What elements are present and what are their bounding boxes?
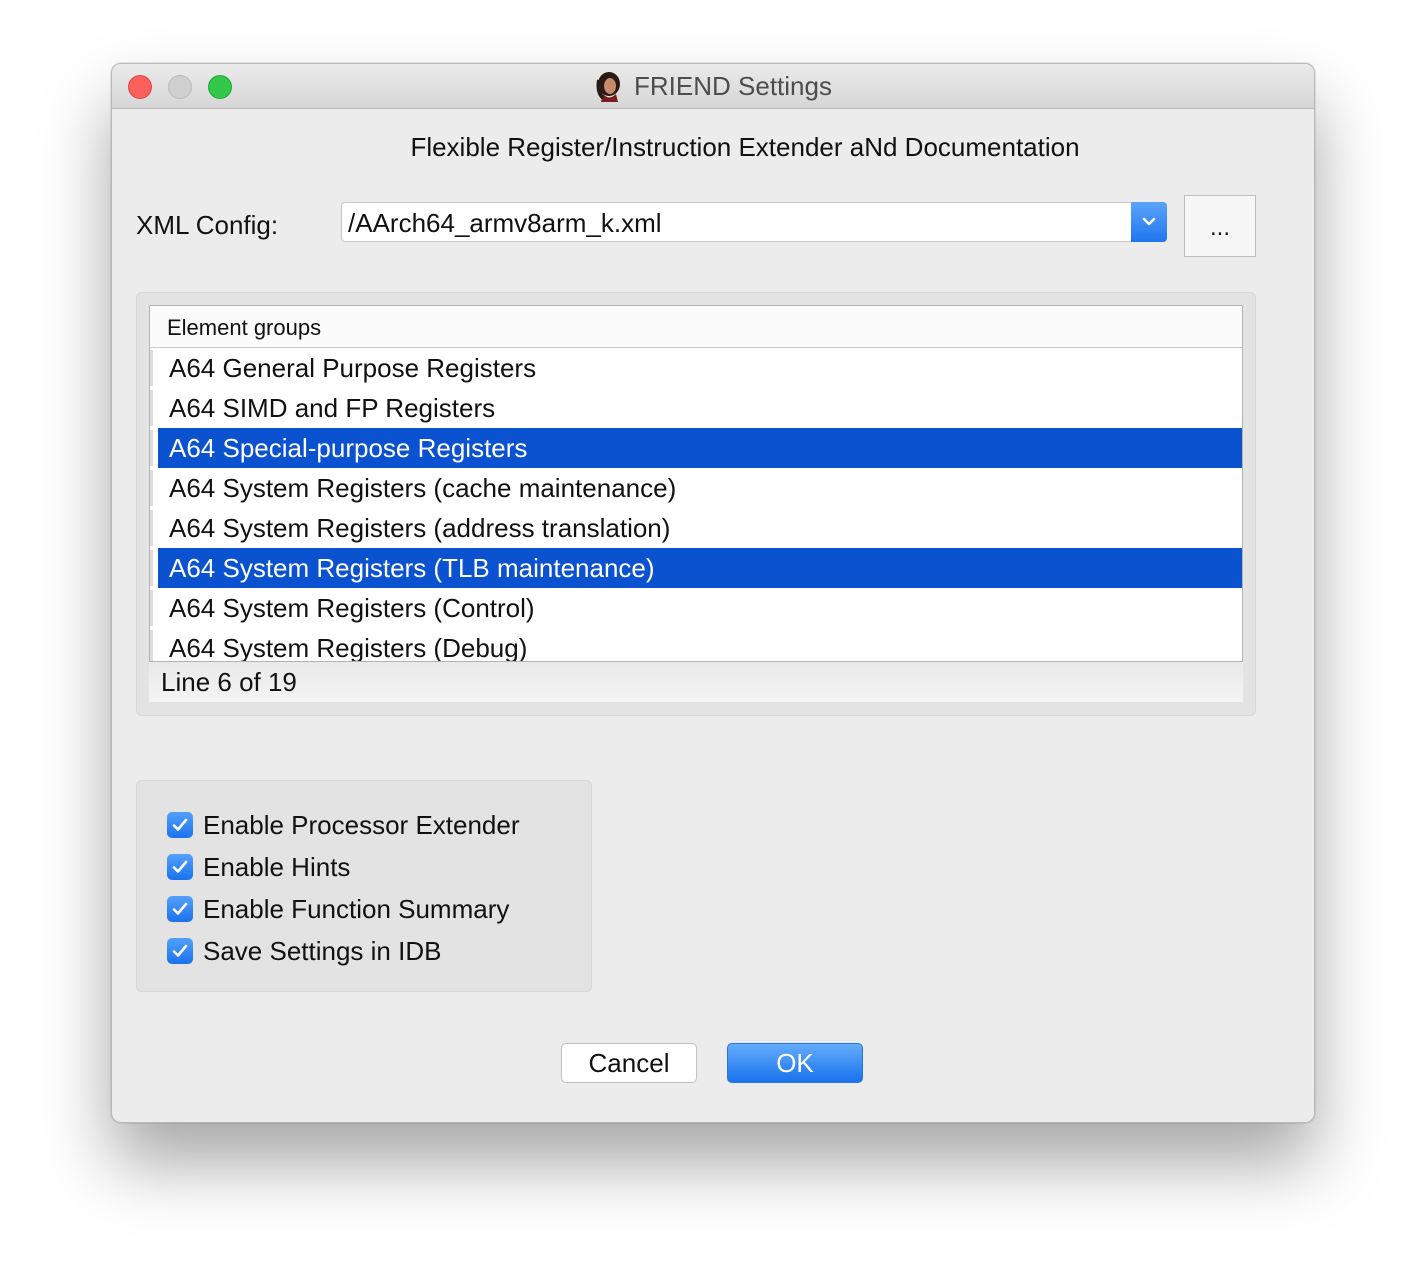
row-gutter — [150, 590, 153, 626]
checkmark-icon[interactable] — [167, 854, 193, 880]
list-status-bar: Line 6 of 19 — [149, 662, 1243, 702]
window-title: FRIEND Settings — [634, 70, 832, 101]
checkbox-enable-processor-extender[interactable]: Enable Processor Extender — [167, 809, 520, 841]
list-item[interactable]: A64 SIMD and FP Registers — [150, 388, 1242, 428]
checkbox-label[interactable]: Enable Processor Extender — [203, 810, 520, 841]
list-item[interactable]: A64 System Registers (address translatio… — [150, 508, 1242, 548]
row-gutter — [150, 470, 153, 506]
settings-window: FRIEND Settings Flexible Register/Instru… — [111, 63, 1315, 1123]
element-groups-header[interactable]: Element groups — [150, 306, 1242, 348]
checkbox-enable-function-summary[interactable]: Enable Function Summary — [167, 893, 509, 925]
xml-config-combobox[interactable]: /AArch64_armv8arm_k.xml — [341, 202, 1167, 242]
list-item-label: A64 System Registers (Control) — [169, 593, 535, 623]
options-panel: Enable Processor Extender Enable Hints Ena… — [136, 780, 592, 992]
list-item-label: A64 Special-purpose Registers — [169, 433, 528, 463]
checkmark-icon[interactable] — [167, 938, 193, 964]
checkbox-enable-hints[interactable]: Enable Hints — [167, 851, 350, 883]
list-item[interactable]: A64 System Registers (TLB maintenance) — [150, 548, 1242, 588]
list-item-label: A64 System Registers (cache maintenance) — [169, 473, 677, 503]
list-item-label: A64 System Registers (address translatio… — [169, 513, 671, 543]
checkmark-icon[interactable] — [167, 896, 193, 922]
row-gutter — [150, 430, 153, 466]
row-gutter — [150, 510, 153, 546]
browse-button[interactable]: ... — [1184, 195, 1256, 257]
chevron-down-icon[interactable] — [1131, 202, 1167, 242]
list-item[interactable]: A64 General Purpose Registers — [150, 348, 1242, 388]
checkbox-save-settings-in-idb[interactable]: Save Settings in IDB — [167, 935, 441, 967]
line-status: Line 6 of 19 — [161, 667, 297, 697]
checkbox-label[interactable]: Enable Hints — [203, 852, 350, 883]
checkbox-label[interactable]: Save Settings in IDB — [203, 936, 441, 967]
ok-button[interactable]: OK — [727, 1043, 863, 1083]
element-groups-header-label: Element groups — [167, 315, 322, 340]
row-gutter — [150, 550, 153, 586]
element-groups-list[interactable]: Element groups A64 General Purpose Regis… — [149, 305, 1243, 662]
element-groups-panel: Element groups A64 General Purpose Regis… — [136, 292, 1256, 716]
list-item[interactable]: A64 System Registers (cache maintenance) — [150, 468, 1242, 508]
dialog-subtitle: Flexible Register/Instruction Extender a… — [410, 132, 1080, 162]
app-avatar-icon — [594, 70, 624, 102]
list-item-label: A64 SIMD and FP Registers — [169, 393, 496, 423]
checkmark-icon[interactable] — [167, 812, 193, 838]
list-item-label: A64 General Purpose Registers — [169, 353, 537, 383]
list-item-label: A64 System Registers (Debug) — [169, 633, 528, 662]
title-bar[interactable]: FRIEND Settings — [112, 64, 1314, 109]
row-gutter — [150, 630, 153, 661]
list-item[interactable]: A64 System Registers (Debug) — [150, 628, 1242, 662]
xml-config-value[interactable]: /AArch64_armv8arm_k.xml — [348, 208, 662, 239]
list-item-label: A64 System Registers (TLB maintenance) — [169, 553, 655, 583]
cancel-button[interactable]: Cancel — [561, 1043, 697, 1083]
list-item[interactable]: A64 System Registers (Control) — [150, 588, 1242, 628]
checkbox-label[interactable]: Enable Function Summary — [203, 894, 509, 925]
list-item[interactable]: A64 Special-purpose Registers — [150, 428, 1242, 468]
xml-config-label: XML Config: — [136, 210, 279, 240]
row-gutter — [150, 350, 153, 386]
row-gutter — [150, 390, 153, 426]
